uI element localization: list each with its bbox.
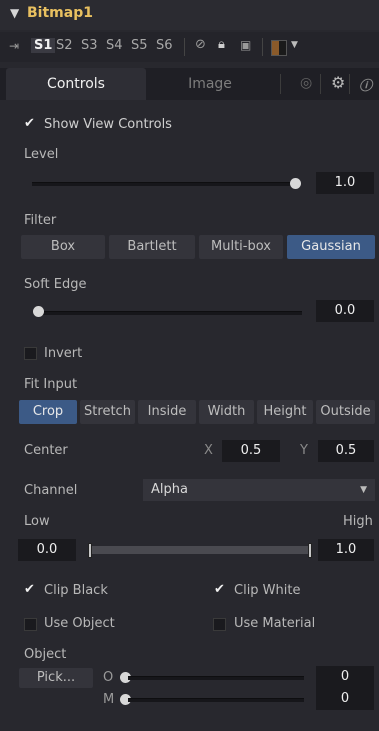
channel-value: Alpha (151, 482, 188, 497)
pin-icon[interactable]: ⇥ (9, 39, 19, 53)
object-label: Object (24, 647, 67, 662)
fit-outside-button[interactable]: Outside (316, 400, 375, 424)
soft-edge-label: Soft Edge (24, 277, 87, 292)
fit-crop-button[interactable]: Crop (19, 400, 77, 424)
filter-gaussian-button[interactable]: Gaussian (287, 235, 375, 259)
center-y-value[interactable]: 0.5 (318, 440, 374, 462)
o-label: O (103, 670, 114, 685)
divider (320, 74, 321, 94)
version-s2[interactable]: S2 (56, 38, 73, 53)
filter-box-button[interactable]: Box (21, 235, 105, 259)
filter-bartlett-button[interactable]: Bartlett (109, 235, 195, 259)
center-x-value[interactable]: 0.5 (222, 440, 280, 462)
checkmark-icon[interactable]: ✔ (24, 116, 35, 131)
fit-width-button[interactable]: Width (199, 400, 254, 424)
m-label: M (103, 692, 115, 707)
settings-gear-icon[interactable]: ⚙ (331, 73, 345, 92)
soft-edge-value[interactable]: 0.0 (316, 300, 374, 322)
use-material-checkbox[interactable] (213, 618, 226, 631)
clip-white-checkmark-icon[interactable]: ✔ (214, 582, 225, 597)
divider (349, 74, 350, 94)
fit-input-label: Fit Input (24, 377, 78, 392)
tab-controls[interactable]: Controls (6, 68, 146, 100)
level-slider-handle[interactable] (290, 178, 301, 189)
center-y-label: Y (300, 443, 308, 458)
node-header: ▼ Bitmap1 (0, 0, 379, 30)
soft-edge-slider-handle[interactable] (33, 306, 44, 317)
filter-multibox-button[interactable]: Multi-box (199, 235, 283, 259)
color-swatch-icon[interactable] (271, 40, 287, 56)
level-slider-track[interactable] (32, 182, 296, 186)
divider (184, 38, 185, 56)
low-label: Low (24, 514, 50, 529)
pick-button[interactable]: Pick... (19, 668, 93, 688)
o-value[interactable]: 0 (316, 666, 374, 688)
tab-image[interactable]: Image (150, 68, 270, 100)
lock-icon[interactable]: 🔒︎ (218, 37, 225, 52)
center-label: Center (24, 443, 68, 458)
version-s3[interactable]: S3 (81, 38, 98, 53)
disable-icon[interactable]: ⊘ (195, 37, 206, 52)
high-value[interactable]: 1.0 (318, 539, 374, 561)
filter-label: Filter (24, 213, 57, 228)
invert-checkbox[interactable] (24, 347, 37, 360)
dropdown-arrow-icon[interactable]: ▼ (291, 40, 298, 50)
channel-dropdown[interactable]: Alpha ▼ (143, 479, 375, 501)
use-object-label: Use Object (44, 616, 115, 631)
use-object-checkbox[interactable] (24, 618, 37, 631)
save-icon[interactable]: ▣ (240, 38, 251, 52)
show-view-controls-label: Show View Controls (44, 117, 172, 132)
fit-stretch-button[interactable]: Stretch (80, 400, 135, 424)
invert-label: Invert (44, 346, 83, 361)
version-s6[interactable]: S6 (156, 38, 173, 53)
level-label: Level (24, 147, 59, 162)
chevron-down-icon: ▼ (360, 485, 367, 495)
info-icon[interactable]: ⓘ (359, 75, 372, 94)
version-s4[interactable]: S4 (106, 38, 123, 53)
fit-height-button[interactable]: Height (257, 400, 313, 424)
versions-toolbar: ⇥ S1 S2 S3 S4 S5 S6 ⊘ 🔒︎ ▣ ▼ (0, 32, 379, 62)
clip-black-label: Clip Black (44, 583, 108, 598)
fit-inside-button[interactable]: Inside (138, 400, 196, 424)
node-title: Bitmap1 (27, 5, 93, 21)
low-value[interactable]: 0.0 (18, 539, 76, 561)
m-value[interactable]: 0 (316, 688, 374, 710)
divider (280, 74, 281, 94)
divider (262, 38, 263, 56)
clip-black-checkmark-icon[interactable]: ✔ (24, 582, 35, 597)
version-s1[interactable]: S1 (31, 38, 56, 53)
channel-label: Channel (24, 483, 78, 498)
high-label: High (343, 514, 373, 529)
range-high-handle[interactable] (308, 543, 312, 558)
center-x-label: X (204, 443, 213, 458)
use-material-label: Use Material (234, 616, 316, 631)
collapse-chevron-icon[interactable]: ▼ (10, 6, 19, 20)
range-slider-track[interactable] (92, 546, 308, 554)
level-value[interactable]: 1.0 (316, 172, 374, 194)
version-s5[interactable]: S5 (131, 38, 148, 53)
tab-bar: Controls Image ◎ ⚙ ⓘ (0, 68, 379, 100)
clip-white-label: Clip White (234, 583, 301, 598)
modifier-icon[interactable]: ◎ (300, 75, 312, 91)
soft-edge-slider-track[interactable] (38, 311, 302, 315)
m-slider-track[interactable] (128, 698, 304, 702)
o-slider-track[interactable] (128, 676, 304, 680)
